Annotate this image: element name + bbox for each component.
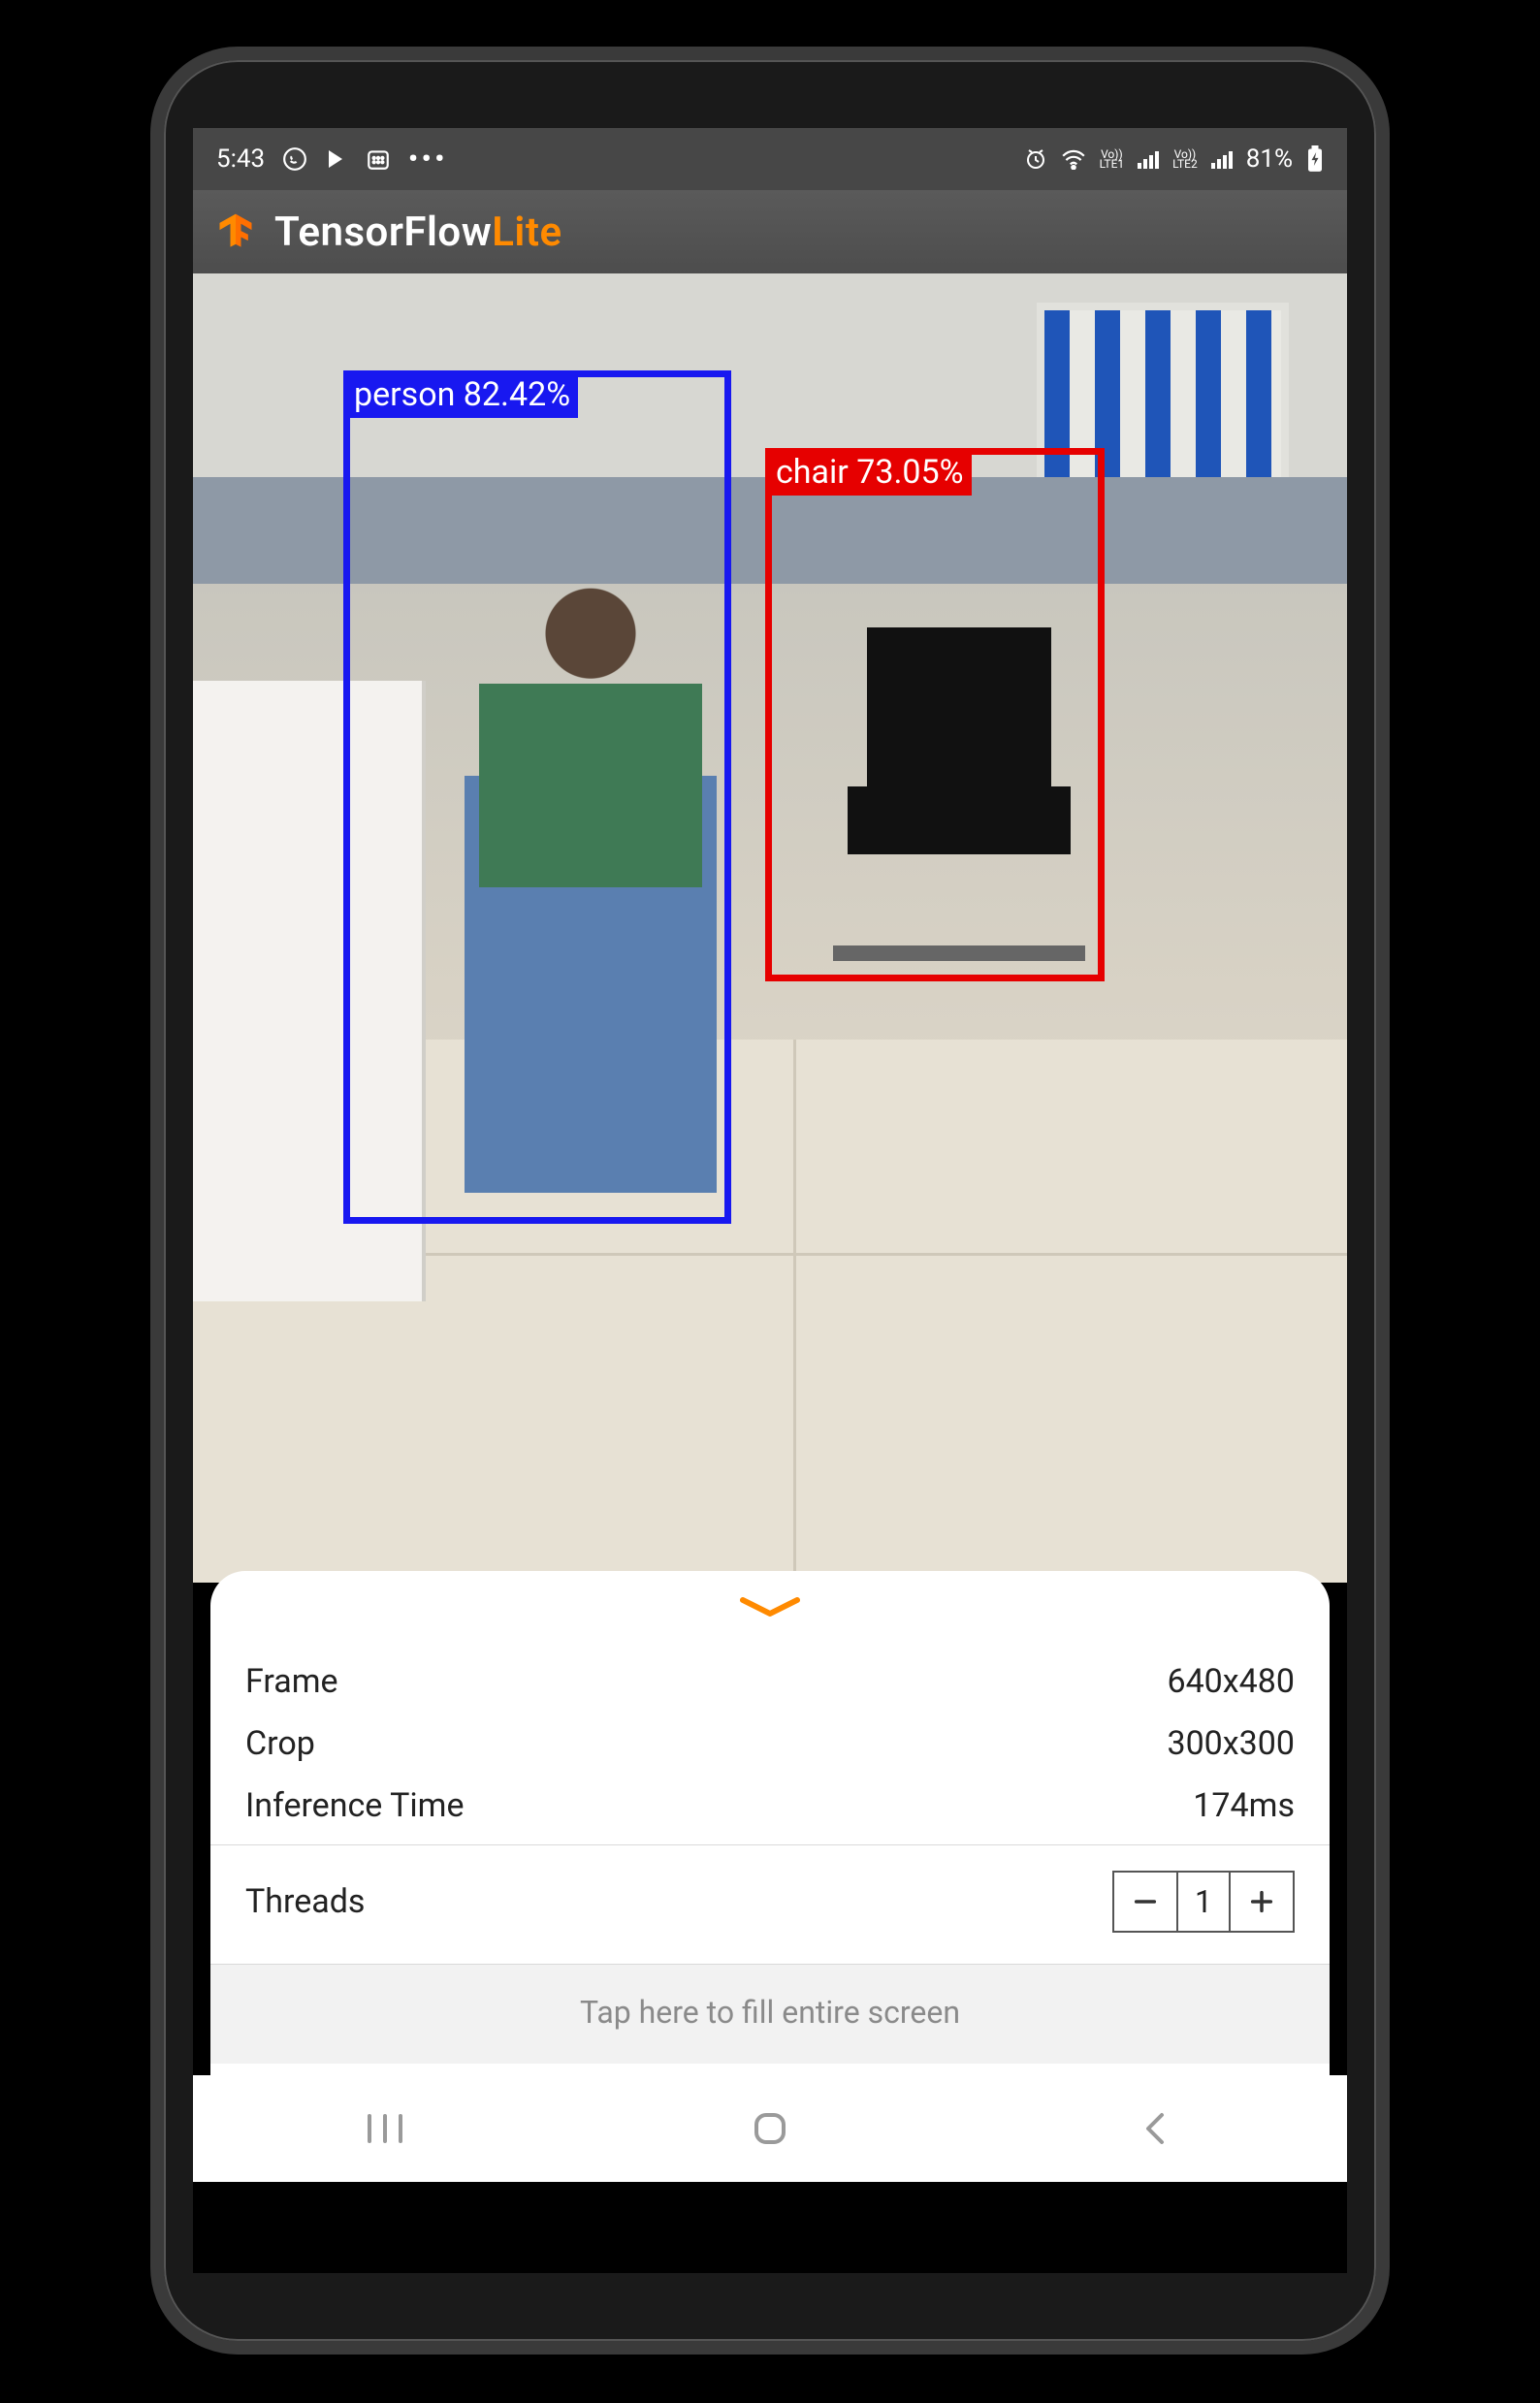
status-time: 5:43 [216,144,265,174]
detection-label-chair: chair 73.05% [770,453,972,496]
calendar-icon [366,146,391,172]
app-bar: TensorFlowLite [193,190,1347,273]
signal-2-icon [1211,149,1233,169]
sim2-indicator: Vo)) LTE2 [1172,149,1198,169]
crop-label: Crop [245,1724,315,1763]
status-bar: 5:43 ••• [193,128,1347,190]
wifi-icon [1061,148,1086,170]
nav-back-button[interactable] [1121,2104,1189,2153]
play-store-icon [325,147,348,171]
tablet-frame: 5:43 ••• [150,47,1390,2355]
info-row-inference: Inference Time 174ms [245,1775,1295,1837]
threads-label: Threads [245,1882,365,1921]
signal-1-icon [1138,149,1159,169]
tensorflow-logo-icon [214,210,257,253]
camera-preview[interactable]: person 82.42% chair 73.05% [193,273,1347,1583]
frame-label: Frame [245,1662,338,1701]
frame-value: 640x480 [1167,1662,1295,1701]
whatsapp-icon [282,146,307,172]
android-nav-bar [193,2075,1347,2182]
sim1-indicator: Vo)) LTE1 [1100,149,1125,169]
more-notifications-icon: ••• [408,144,448,174]
threads-row: Threads 1 [245,1845,1295,1956]
threads-value: 1 [1176,1873,1231,1931]
app-title-suffix: Lite [492,208,561,256]
inference-label: Inference Time [245,1786,464,1825]
app-title-main: TensorFlow [274,208,492,256]
detection-label-person: person 82.42% [348,375,578,418]
battery-percent: 81% [1246,144,1293,174]
tablet-screen: 5:43 ••• [193,128,1347,2273]
detection-box-chair: chair 73.05% [765,448,1105,981]
app-title: TensorFlowLite [274,208,562,256]
threads-increment-button[interactable] [1231,1873,1293,1931]
crop-value: 300x300 [1167,1724,1295,1763]
detection-box-person: person 82.42% [343,370,731,1224]
alarm-icon [1024,147,1047,171]
info-row-frame: Frame 640x480 [245,1650,1295,1713]
fill-screen-hint[interactable]: Tap here to fill entire screen [210,1965,1330,2064]
inference-value: 174ms [1193,1786,1295,1825]
threads-decrement-button[interactable] [1114,1873,1176,1931]
battery-charging-icon [1306,145,1324,173]
threads-stepper: 1 [1112,1871,1295,1933]
nav-recents-button[interactable] [351,2104,419,2153]
sheet-collapse-handle[interactable] [245,1581,1295,1650]
nav-home-button[interactable] [736,2104,804,2153]
info-sheet: Frame 640x480 Crop 300x300 Inference Tim… [210,1571,1330,2075]
info-row-crop: Crop 300x300 [245,1713,1295,1775]
